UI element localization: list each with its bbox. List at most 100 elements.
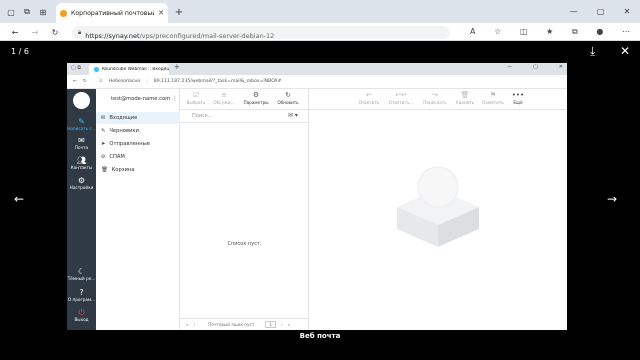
screenshot-image: ▢ ⧉ Roundcube Webmail :: Входящи + — ▢ ✕… — [67, 63, 567, 330]
lightbox-caption: Веб почта — [299, 332, 341, 340]
refresh-icon: ↻ — [285, 91, 291, 99]
close-window-icon[interactable]: ✕ — [624, 7, 631, 16]
compose-icon: ✎ — [78, 117, 85, 126]
search-field: Поиск... — [192, 113, 213, 119]
options-button: ⚙ Параметры — [243, 91, 269, 105]
inner-url: 89.111.187.235/webmail/?_task=mail&_mbox… — [153, 79, 282, 84]
insecure-warning-icon: ⚠ — [98, 79, 103, 84]
nav-about: ? О програм... — [67, 288, 96, 302]
nav-contacts: 👥︎ Контакты — [67, 156, 96, 170]
question-icon: ? — [79, 288, 84, 297]
next-image-icon[interactable]: → — [607, 192, 617, 206]
reload-icon[interactable]: ↻ — [50, 27, 60, 37]
favorite-star-icon[interactable]: ☆ — [494, 27, 501, 37]
lock-icon: 🔒︎ — [78, 28, 82, 36]
inner-address-bar: ← ↻ ⚠ Небезопасно | 89.111.187.235/webma… — [67, 75, 567, 89]
prev-page-icon: ‹ — [193, 322, 196, 327]
inner-new-tab-icon: + — [174, 63, 180, 71]
folder-sent: ➤ Отправленные — [101, 141, 150, 147]
more-button: ••• Ещё — [504, 91, 532, 105]
roundcube-logo — [73, 92, 90, 109]
first-page-icon: « — [186, 322, 189, 327]
folder-menu-icon: ⋮ — [172, 95, 178, 102]
empty-list-message: Список пуст. — [227, 241, 262, 247]
trash-icon: 🗑︎ — [460, 91, 470, 99]
sliders-icon: ⚙ — [252, 91, 260, 99]
moon-icon: ☾ — [77, 267, 86, 276]
url-domain: https://synay.net — [85, 32, 140, 40]
refresh-button: ↻ Обновить — [274, 91, 302, 105]
inner-close-icon: ✕ — [558, 64, 563, 70]
close-tab-icon[interactable]: ✕ — [158, 9, 164, 17]
mail-icon: ✉ — [78, 136, 85, 145]
inner-back-icon: ← — [73, 79, 77, 84]
gear-icon: ⚙ — [77, 176, 86, 185]
lightbox-close-icon[interactable]: ✕ — [620, 44, 630, 58]
inner-active-tab: Roundcube Webmail :: Входящи — [89, 64, 169, 75]
user-email: test@mode-name.com — [111, 96, 171, 102]
outer-tab-title: Корпоративный почтовый серв — [71, 9, 155, 17]
download-icon[interactable]: ⤓ — [590, 44, 595, 59]
more-icon: ••• — [511, 91, 525, 99]
ban-icon: ⊘ — [101, 154, 106, 160]
more-menu-icon[interactable]: ⋯ — [622, 27, 630, 37]
window-menu-icon[interactable]: ▢ — [6, 7, 16, 17]
insecure-label: Небезопасно — [108, 79, 141, 84]
new-tab-icon[interactable]: + — [174, 7, 184, 18]
inbox-icon: ✉ — [101, 115, 106, 121]
workspaces-icon[interactable]: ⧉ — [22, 7, 32, 17]
pager: « ‹ Почтовый ящик пуст 1 › » — [180, 318, 309, 330]
outer-url-field[interactable]: 🔒︎ https://synay.net/vps/preconfigured/m… — [72, 26, 450, 40]
folder-drafts: ✎ Черновики — [101, 128, 139, 134]
last-page-icon: » — [287, 322, 291, 327]
site-favicon-icon — [60, 9, 67, 17]
outer-active-tab[interactable]: Корпоративный почтовый серв ✕ — [56, 3, 168, 23]
inner-maximize-icon: ▢ — [533, 64, 538, 70]
inner-tab-title: Roundcube Webmail :: Входящи — [101, 67, 169, 72]
split-screen-icon[interactable]: ◫ — [520, 27, 528, 37]
nav-mail: ✉ Почта — [67, 136, 96, 150]
pencil-icon: ✎ — [101, 128, 106, 134]
nav-settings: ⚙ Настройки — [67, 176, 96, 190]
read-aloud-icon[interactable]: A — [470, 27, 475, 37]
inner-minimize-icon: — — [507, 64, 512, 70]
inner-tab-bar: ▢ ⧉ Roundcube Webmail :: Входящи + — ▢ ✕ — [67, 63, 567, 75]
compose-button: ✎ Написать с... — [67, 117, 96, 131]
next-page-icon: › — [280, 322, 283, 327]
tab-actions-icon[interactable]: ⊞ — [38, 7, 48, 17]
tag-icon: ⚑ — [489, 91, 497, 99]
image-counter: 1 / 6 — [11, 47, 29, 56]
trash-icon: 🗑︎ — [101, 167, 108, 173]
collections-icon[interactable]: ⧉ — [572, 27, 578, 37]
page-number: 1 — [265, 321, 276, 328]
preview-panel: ↩ Ответить ↩↩ Ответить... ↪ Переслать 🗑︎ Уда… — [309, 89, 567, 330]
roundcube-nav: ✎ Написать с... ✉ Почта 👥︎ Контакты ⚙ Настро… — [67, 89, 96, 330]
reply-all-button: ↩↩ Ответить... — [388, 91, 414, 105]
reply-icon: ↩ — [366, 91, 372, 99]
checkbox-icon: ☑ — [192, 91, 200, 99]
roundcube-favicon-icon — [94, 67, 99, 72]
forward-icon[interactable]: → — [30, 27, 40, 37]
back-icon[interactable]: ← — [10, 27, 20, 37]
inner-workspaces-icon: ▢ ⧉ — [71, 65, 81, 71]
reply-button: ↩ Ответить — [355, 91, 383, 105]
empty-mailbox-illustration-icon — [397, 166, 479, 247]
maximize-icon[interactable]: ▢ — [597, 7, 605, 16]
minimize-icon[interactable]: — — [570, 7, 578, 16]
favorites-icon[interactable]: ★ — [546, 27, 553, 37]
folder-inbox: ✉ Входящие — [96, 112, 180, 124]
search-options-icon: ✉ ▾ — [288, 112, 298, 119]
folder-trash: 🗑︎ Корзина — [101, 167, 135, 173]
folder-panel: test@mode-name.com ⋮ ✉ Входящие ✎ Черновик… — [96, 89, 180, 330]
profile-icon[interactable]: ● — [596, 27, 603, 37]
contacts-icon: 👥︎ — [76, 156, 87, 165]
inner-reload-icon: ↻ — [82, 79, 87, 84]
nav-logout: ⏻ Выход — [67, 308, 96, 322]
mark-button: ⚑ Пометить — [479, 91, 507, 105]
previous-image-icon[interactable]: ← — [14, 192, 24, 206]
delete-button: 🗑︎ Удалить — [451, 91, 479, 105]
forward-mail-icon: ↪ — [432, 91, 438, 99]
power-icon: ⏻ — [78, 308, 85, 317]
threads-button: ≡ Обсужд... — [210, 91, 238, 105]
forward-button: ↪ Переслать — [421, 91, 449, 105]
